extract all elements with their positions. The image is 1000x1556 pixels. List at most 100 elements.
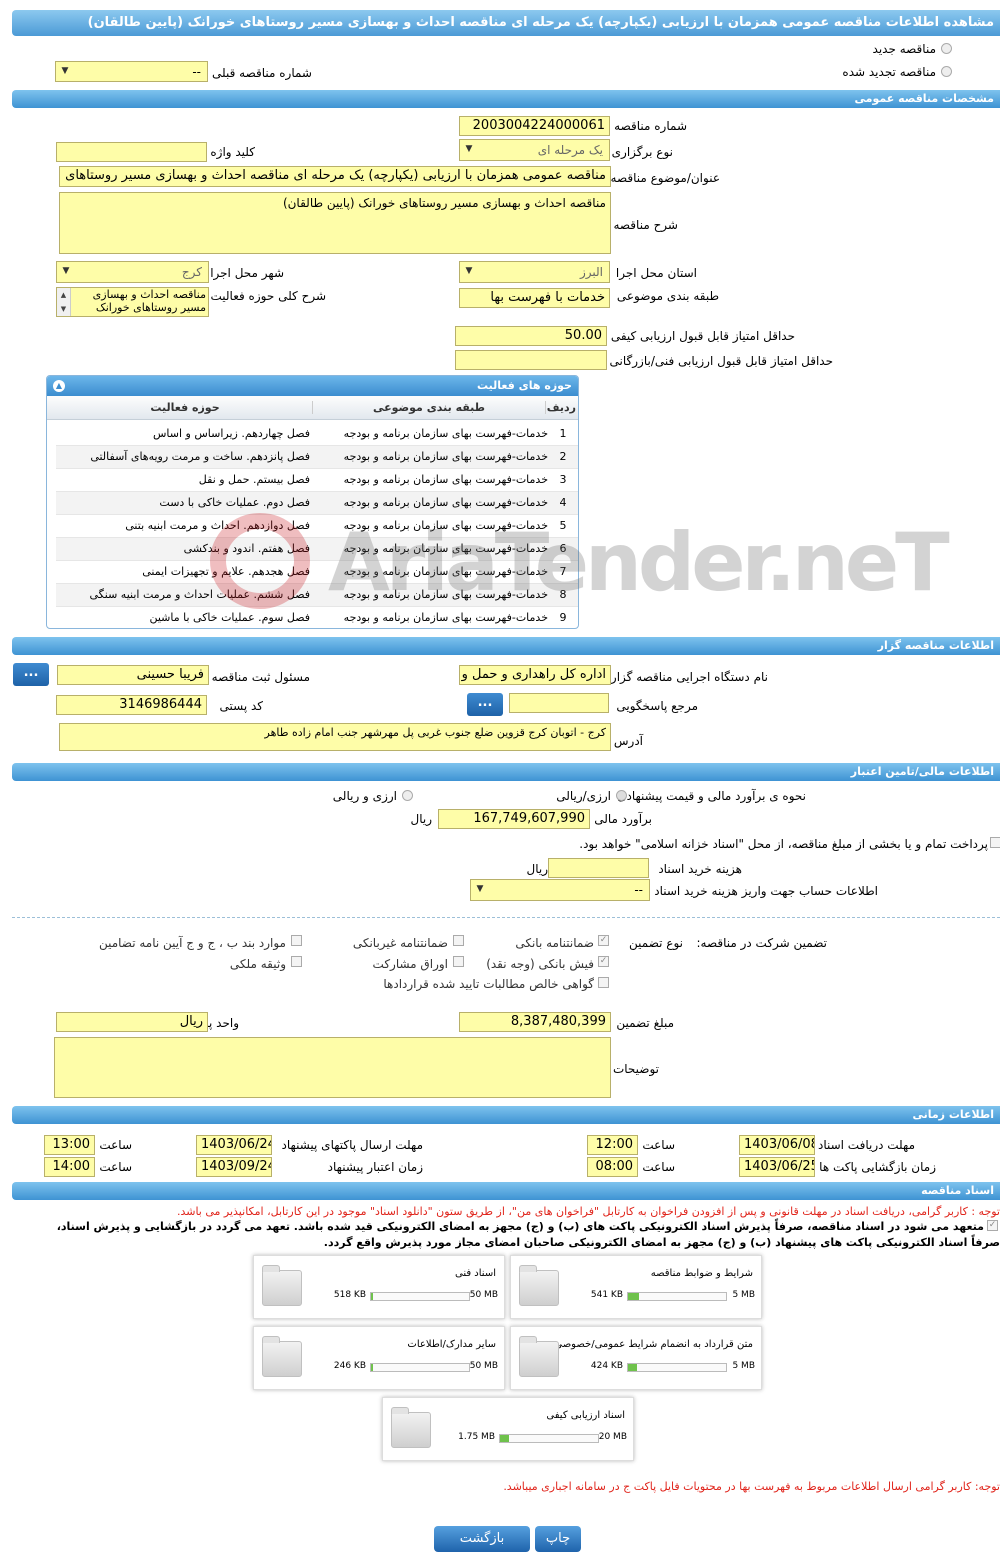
postal-label: کد پستی <box>219 699 264 713</box>
receive-time-field: 12:00 <box>587 1135 638 1155</box>
row-area: فصل پانزدهم. ساخت و مرمت رویه‌های آسفالت… <box>56 445 314 469</box>
desc-field: مناقصه احداث و بهسازی مسیر روستاهای خورا… <box>59 192 611 254</box>
estimate-label: برآورد مالی <box>594 812 652 826</box>
nonbank-guarantee-label: ضمانتنامه غیربانکی <box>352 936 448 950</box>
title-label: عنوان/موضوع مناقصه <box>610 171 720 185</box>
folder-icon <box>262 1336 302 1377</box>
ref-field <box>509 693 609 713</box>
opening-date-field: 1403/06/25 <box>739 1157 815 1177</box>
documents-section-header: اسناد مناقصه <box>12 1182 1000 1200</box>
collapse-icon[interactable]: ▲ <box>53 380 65 392</box>
islamic-treasury-checkbox[interactable] <box>990 837 1000 848</box>
folder-icon <box>262 1265 302 1306</box>
document-card[interactable]: متن قرارداد به انضمام شرایط عمومی/خصوصی 4… <box>510 1326 762 1390</box>
scope-label: شرح کلی حوزه فعالیت <box>210 289 327 303</box>
renewed-tender-radio[interactable] <box>941 66 952 77</box>
keyword-label: کلید واژه <box>210 145 255 159</box>
chevron-down-icon: ▼ <box>476 884 484 894</box>
table-row: 1 خدمات-فهرست بهای سازمان برنامه و بودجه ف… <box>56 422 578 446</box>
row-area: فصل چهاردهم. زیراساس و اساس <box>56 422 314 446</box>
bonds-checkbox <box>453 956 464 967</box>
address-field: کرج - اتوبان کرج قزوین ضلع جنوب غربی پل … <box>59 723 611 751</box>
finance-section-header: اطلاعات مالی/تامین اعتبار <box>12 763 1000 781</box>
col-area: حوزه فعالیت <box>150 401 220 414</box>
document-card[interactable]: اسناد فنی 518 KB 50 MB <box>253 1255 505 1319</box>
holding-type-select[interactable]: یک مرحله ای ▼ <box>459 139 610 161</box>
new-tender-radio[interactable] <box>941 43 952 54</box>
account-select[interactable]: -- ▼ <box>470 879 650 901</box>
document-max-size: 5 MB <box>732 1361 755 1371</box>
row-category: خدمات-فهرست بهای سازمان برنامه و بودجه <box>314 537 552 561</box>
back-button[interactable]: بازگشت <box>434 1526 530 1552</box>
min-quality-field: 50.00 <box>455 326 607 346</box>
doc-fee-unit: ریال <box>526 862 548 876</box>
city-label: شهر محل اجرا <box>210 266 284 280</box>
row-number: 3 <box>552 468 578 492</box>
category-field: خدمات با فهرست بها <box>459 288 610 308</box>
chevron-down-icon: ▼ <box>465 144 473 154</box>
document-size: 518 KB <box>333 1290 366 1300</box>
row-area: فصل ششم. عملیات احداث و مرمت ابنیه سنگی <box>56 583 314 607</box>
documents-notice: توجه : کاربر گرامی، دریافت اسناد در مهلت… <box>176 1205 1000 1218</box>
commit-text-2: صرفاً اسناد الکترونیکی پاکت های پیشنهاد … <box>323 1236 1000 1249</box>
province-select[interactable]: البرز ▼ <box>459 261 610 283</box>
scope-line-1: مناقصه احداث و بهسازی <box>92 288 206 301</box>
city-select[interactable]: کرج ▼ <box>56 261 209 283</box>
method-radio-1[interactable] <box>616 790 627 801</box>
receive-time-label: ساعت <box>642 1138 675 1152</box>
col-row: ردیف <box>546 401 576 414</box>
submit-deadline-label: مهلت ارسال پاکتهای پیشنهاد <box>281 1138 423 1152</box>
estimate-method-label: نحوه ی برآورد مالی و قیمت پیشنهادی <box>617 789 806 803</box>
print-button[interactable]: چاپ <box>535 1526 581 1552</box>
document-card[interactable]: اسناد ارزیابی کیفی 1.75 MB 20 MB <box>382 1397 634 1461</box>
min-tech-field <box>455 350 607 370</box>
row-category: خدمات-فهرست بهای سازمان برنامه و بودجه <box>314 422 552 446</box>
submit-time-label: ساعت <box>99 1138 132 1152</box>
row-category: خدمات-فهرست بهای سازمان برنامه و بودجه <box>314 491 552 515</box>
resp-label: مسئول ثبت مناقصه <box>211 670 310 684</box>
notes-label: توضیحات <box>612 1062 659 1076</box>
row-number: 7 <box>552 560 578 584</box>
page-title-bar: مشاهده اطلاعات مناقصه عمومی همزمان با ار… <box>12 10 1000 36</box>
title-field: مناقصه عمومی همزمان با ارزیابی (یکپارچه)… <box>59 166 611 187</box>
tender-number-label: شماره مناقصه <box>614 119 687 133</box>
method-radio-2[interactable] <box>402 790 413 801</box>
min-quality-label: حداقل امتیاز قابل قبول ارزیابی کیفی <box>610 329 795 343</box>
opening-time-field: 08:00 <box>587 1157 638 1177</box>
doc-fee-label: هزینه خرید اسناد <box>658 862 742 876</box>
select-ref-button[interactable]: ... <box>467 693 503 716</box>
receive-date-field: 1403/06/08 <box>739 1135 815 1155</box>
row-category: خدمات-فهرست بهای سازمان برنامه و بودجه <box>314 514 552 538</box>
receive-deadline-label: مهلت دریافت اسناد <box>817 1138 915 1152</box>
keyword-field[interactable] <box>56 142 207 162</box>
scope-scrollbar[interactable]: ▲ ▼ <box>57 288 71 316</box>
document-title: اسناد ارزیابی کیفی <box>546 1410 625 1421</box>
row-number: 8 <box>552 583 578 607</box>
account-label: اطلاعات حساب جهت واریز هزینه خرید اسناد <box>654 884 878 898</box>
prev-tender-select[interactable]: -- ▼ <box>55 61 208 82</box>
document-size-bar <box>499 1434 599 1443</box>
table-row: 9 خدمات-فهرست بهای سازمان برنامه و بودجه ف… <box>56 606 578 628</box>
address-label: آدرس <box>613 734 643 748</box>
islamic-treasury-text: پرداخت تمام و یا بخشی از مبلغ مناقصه، از… <box>579 837 988 851</box>
org-field: اداره کل راهداری و حمل و نقل <box>459 665 611 685</box>
document-size-bar <box>627 1363 727 1372</box>
row-number: 1 <box>552 422 578 446</box>
activities-table-header: ردیف طبقه بندی موضوعی حوزه فعالیت <box>47 396 578 420</box>
estimate-field: 167,749,607,990 <box>438 809 590 829</box>
page-title: مشاهده اطلاعات مناقصه عمومی همزمان با ار… <box>87 15 994 30</box>
row-category: خدمات-فهرست بهای سازمان برنامه و بودجه <box>314 583 552 607</box>
cash-label: فیش بانکی (وجه نقد) <box>486 957 594 971</box>
timing-section-header: اطلاعات زمانی <box>12 1106 1000 1124</box>
document-size-bar <box>627 1292 727 1301</box>
document-max-size: 5 MB <box>732 1290 755 1300</box>
claims-label: گواهی خالص مطالبات تایید شده قراردادها <box>383 977 594 991</box>
document-card[interactable]: سایر مدارک/اطلاعات 246 KB 50 MB <box>253 1326 505 1390</box>
select-responsible-button[interactable]: ... <box>13 663 49 686</box>
method-option-2: ارزی و ریالی <box>332 789 397 803</box>
document-card[interactable]: شرایط و ضوابط مناقصه 541 KB 5 MB <box>510 1255 762 1319</box>
chevron-down-icon: ▼ <box>465 266 473 276</box>
notes-field <box>54 1037 611 1098</box>
property-checkbox <box>291 956 302 967</box>
claims-checkbox <box>598 977 609 988</box>
